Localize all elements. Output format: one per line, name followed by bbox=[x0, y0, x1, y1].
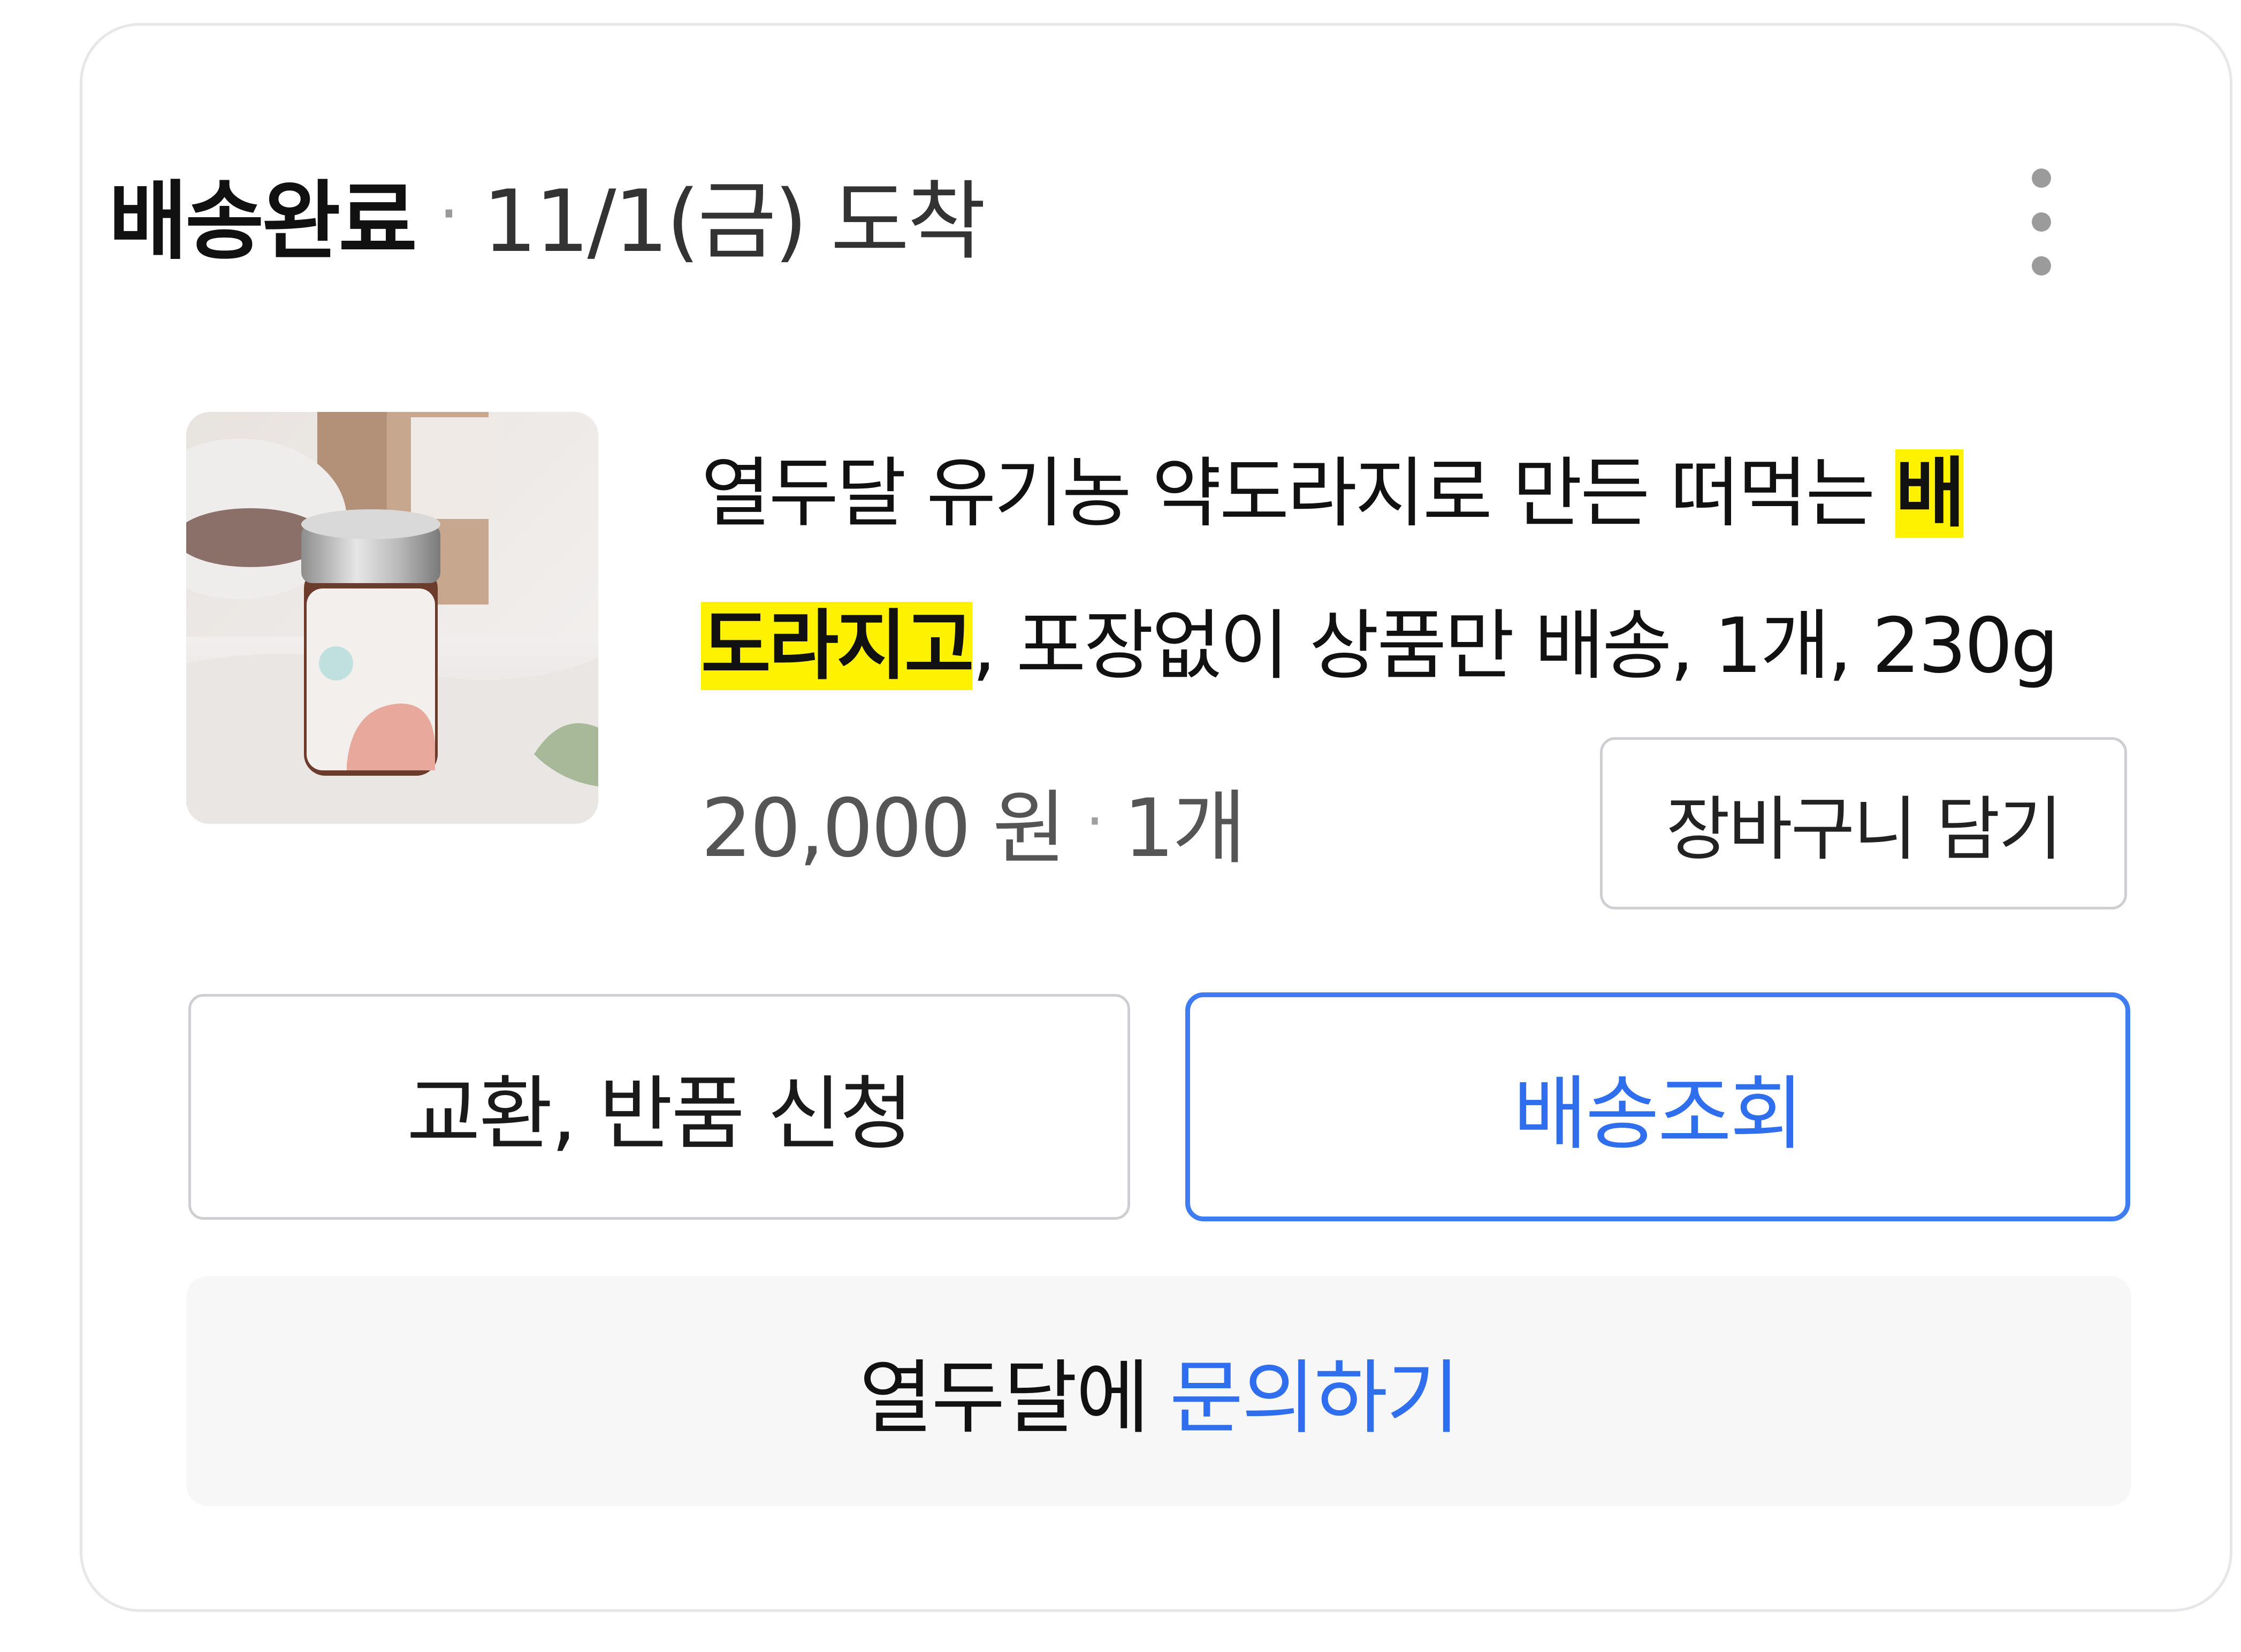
exchange-return-label: 교환, 반품 신청 bbox=[406, 1067, 913, 1161]
more-options-button[interactable] bbox=[2017, 169, 2065, 276]
delivery-status: 배송완료 bbox=[109, 171, 417, 271]
seller-inquiry-button[interactable]: 열두달에 문의하기 bbox=[186, 1276, 2131, 1506]
product-title-rest: , 포장없이 상품만 배송, 1개, 230g bbox=[972, 602, 2059, 690]
page: 배송완료 · 11/1(금) 도착 열두달 유기농 약도라지로 만든 떠먹는 배… bbox=[0, 0, 2241, 1652]
track-delivery-label: 배송조회 bbox=[1513, 1067, 1804, 1161]
status-separator: · bbox=[438, 177, 459, 251]
more-vertical-icon bbox=[2032, 169, 2051, 188]
inquiry-prefix: 열두달에 bbox=[859, 1351, 1149, 1445]
inquiry-link[interactable]: 문의하기 bbox=[1170, 1333, 1460, 1449]
product-title-text: 열두달 유기농 약도라지로 만든 떠먹는 bbox=[701, 449, 1895, 538]
more-vertical-icon-dot bbox=[2032, 212, 2051, 232]
track-delivery-button[interactable]: 배송조회 bbox=[1185, 992, 2130, 1221]
order-status-line: 배송완료 · 11/1(금) 도착 bbox=[109, 160, 986, 271]
price-line: 20,000 원 · 1개 bbox=[701, 770, 1246, 875]
price-separator: · bbox=[1085, 787, 1104, 855]
product-price: 20,000 원 bbox=[701, 782, 1066, 875]
product-image[interactable] bbox=[186, 412, 598, 824]
add-to-cart-label: 장바구니 담기 bbox=[1666, 789, 2063, 870]
product-jar-photo bbox=[186, 412, 598, 824]
exchange-return-button[interactable]: 교환, 반품 신청 bbox=[188, 994, 1130, 1220]
add-to-cart-button[interactable]: 장바구니 담기 bbox=[1600, 737, 2127, 909]
product-title-highlight: 배 bbox=[1895, 449, 1965, 538]
more-vertical-icon-dot bbox=[2032, 256, 2051, 276]
product-quantity: 1개 bbox=[1123, 782, 1246, 875]
arrival-date: 11/1(금) 도착 bbox=[482, 171, 986, 271]
product-title-highlight-2: 도라지고 bbox=[701, 602, 974, 690]
product-title[interactable]: 열두달 유기농 약도라지로 만든 떠먹는 배도라지고, 포장없이 상품만 배송,… bbox=[701, 417, 2140, 722]
